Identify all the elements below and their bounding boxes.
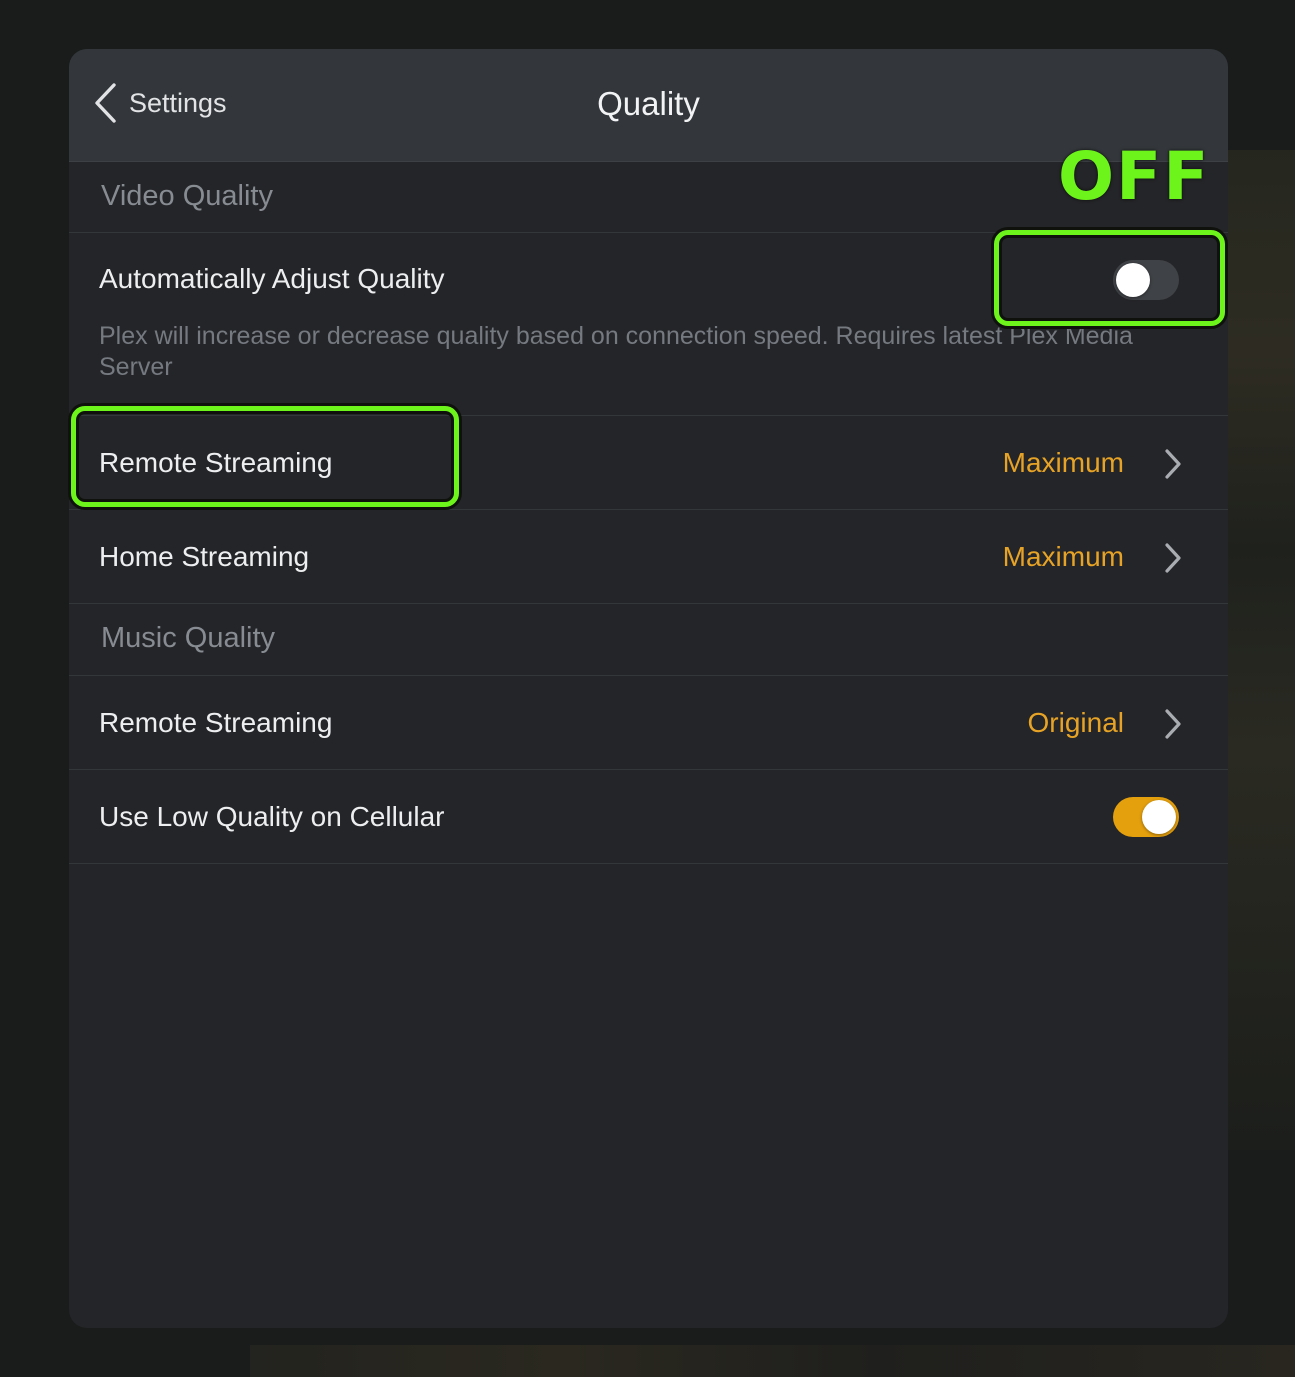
video-remote-streaming-value: Maximum bbox=[1002, 447, 1124, 478]
annotation-toggle-highlight bbox=[994, 230, 1225, 326]
section-header-video-quality: Video Quality bbox=[69, 162, 1228, 233]
video-home-streaming-value: Maximum bbox=[1002, 541, 1124, 572]
low-quality-cellular-row: Use Low Quality on Cellular bbox=[69, 770, 1228, 864]
chevron-right-icon bbox=[1165, 709, 1181, 739]
section-header-music-quality: Music Quality bbox=[69, 604, 1228, 676]
video-home-streaming-row[interactable]: Home Streaming Maximum bbox=[69, 510, 1228, 604]
low-quality-cellular-label: Use Low Quality on Cellular bbox=[99, 801, 445, 832]
chevron-right-icon bbox=[1165, 543, 1181, 573]
auto-adjust-quality-description: Plex will increase or decrease quality b… bbox=[99, 322, 1133, 381]
auto-adjust-quality-label: Automatically Adjust Quality bbox=[99, 263, 445, 294]
low-quality-cellular-toggle[interactable] bbox=[1113, 797, 1179, 837]
section-title: Music Quality bbox=[101, 622, 276, 654]
background-artwork bbox=[1228, 150, 1295, 1150]
annotation-off-label: OFF bbox=[1058, 138, 1211, 215]
navigation-bar: Settings Quality bbox=[69, 49, 1228, 162]
annotation-remote-streaming-highlight bbox=[71, 406, 459, 507]
section-title: Video Quality bbox=[101, 180, 273, 212]
music-remote-streaming-row[interactable]: Remote Streaming Original bbox=[69, 676, 1228, 770]
chevron-right-icon bbox=[1165, 449, 1181, 479]
toggle-knob bbox=[1142, 800, 1176, 834]
music-remote-streaming-value: Original bbox=[1027, 707, 1124, 738]
music-remote-streaming-label: Remote Streaming bbox=[99, 707, 333, 738]
background-artwork-bottom bbox=[250, 1345, 1295, 1377]
video-home-streaming-label: Home Streaming bbox=[99, 541, 310, 572]
page-title: Quality bbox=[597, 85, 700, 122]
